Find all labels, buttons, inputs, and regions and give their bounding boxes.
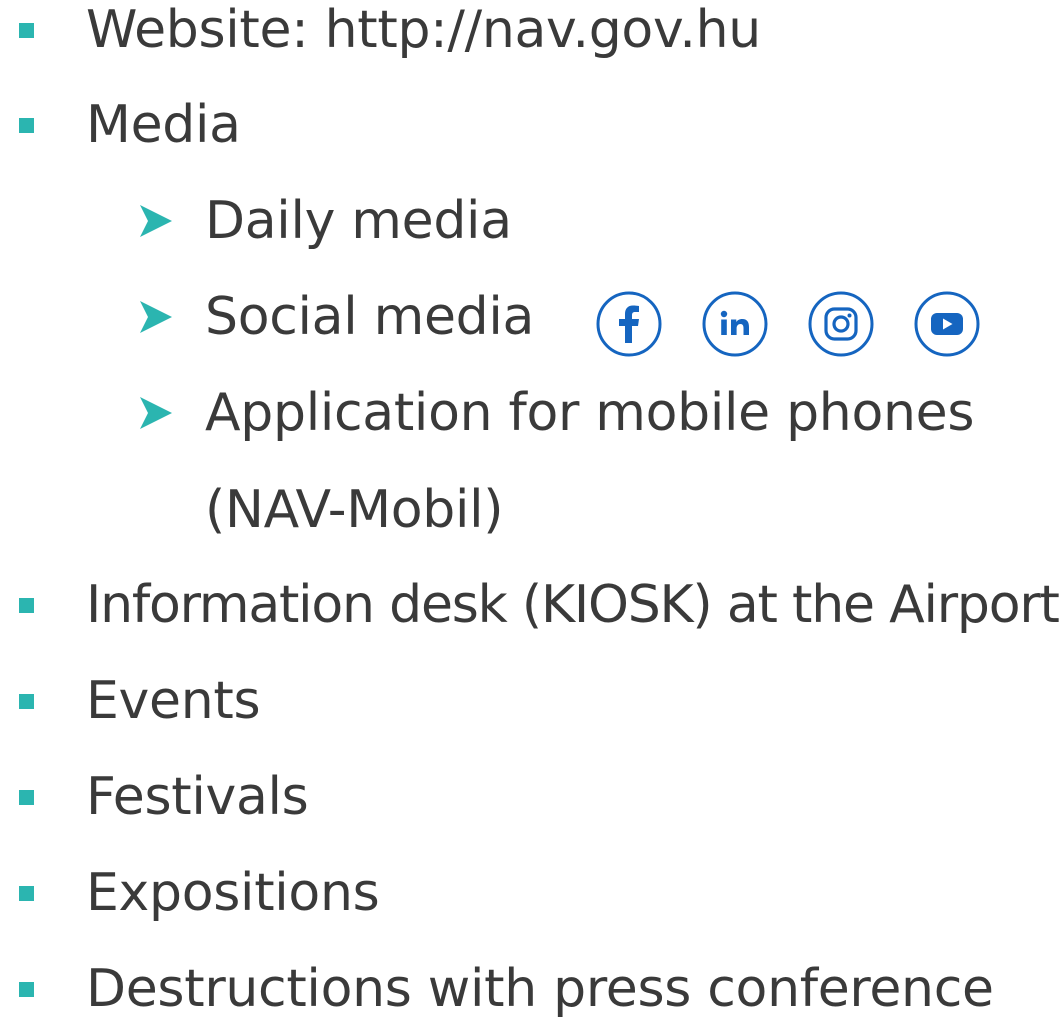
social-icons [596,290,980,358]
list-item-text: Destructions with press conference [86,959,994,1019]
list-item-text: Media [86,95,241,155]
arrow-bullet-icon [140,397,172,429]
list-item-text: Events [86,671,261,731]
sub-item-text: Social media [205,287,535,347]
list-item-text: Expositions [86,863,380,923]
arrow-bullet-icon [140,301,172,333]
sub-item-text: Daily media [205,191,512,251]
youtube-icon[interactable] [914,291,980,357]
list-item-text: Information desk (KIOSK) at the Airport [86,575,1060,635]
square-bullet-icon [19,981,34,997]
sub-item-text: (NAV-Mobil) [205,480,504,540]
square-bullet-icon [19,693,34,709]
square-bullet-icon [19,22,34,38]
list-item-text: Website: http://nav.gov.hu [86,0,761,60]
square-bullet-icon [19,789,34,805]
arrow-bullet-icon [140,205,172,237]
facebook-icon[interactable] [596,291,662,357]
list-item-text: Festivals [86,767,309,827]
linkedin-icon[interactable] [702,291,768,357]
instagram-icon[interactable] [808,291,874,357]
square-bullet-icon [19,885,34,901]
square-bullet-icon [19,117,34,133]
square-bullet-icon [19,597,34,613]
slide: Website: http://nav.gov.hu Media Daily m… [0,0,1061,1019]
sub-item-text: Application for mobile phones [205,383,975,443]
